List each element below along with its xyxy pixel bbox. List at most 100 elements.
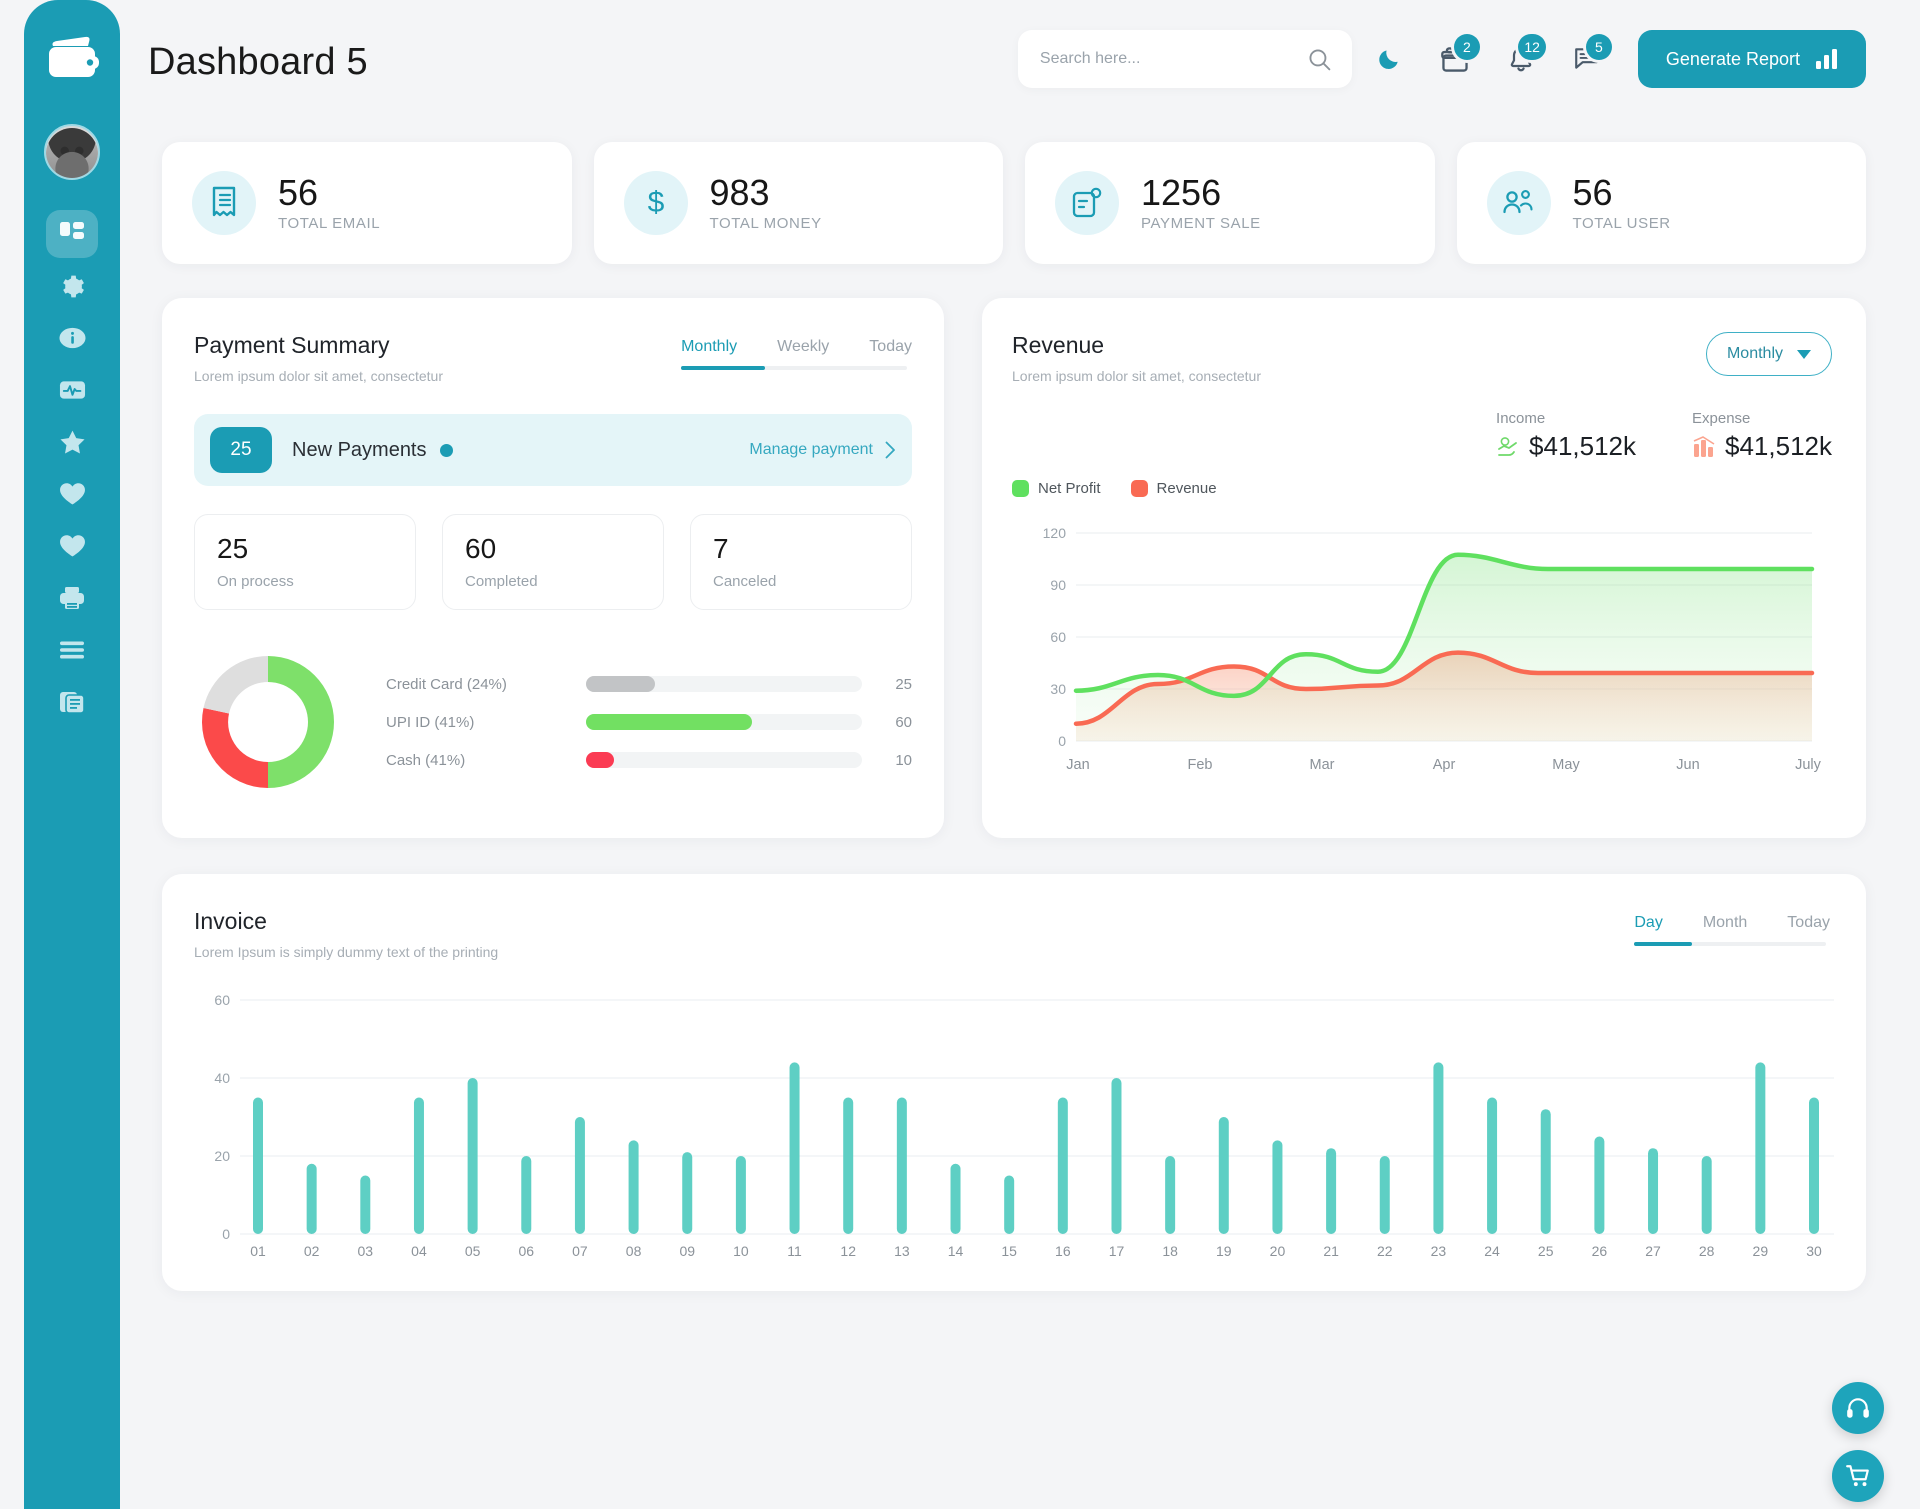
svg-text:Apr: Apr: [1433, 757, 1456, 773]
stat-card-total-money[interactable]: $ 983 TOTAL MONEY: [593, 142, 1003, 264]
revenue-period-dropdown[interactable]: Monthly: [1705, 332, 1832, 376]
stat-card-payment-sale[interactable]: 1256 PAYMENT SALE: [1025, 142, 1435, 264]
invoice-x-label: 24: [1484, 1243, 1500, 1256]
svg-text:20: 20: [214, 1148, 230, 1164]
tabs-indicator: [1634, 942, 1693, 946]
revenue-area-chart: 12090 6030 0 Jan Feb Mar Apr May Jun Jul…: [1043, 525, 1822, 773]
sidebar-item-wishlist[interactable]: [46, 522, 98, 570]
tab-month[interactable]: Month: [1703, 914, 1747, 932]
invoice-bar[interactable]: [950, 1163, 961, 1234]
gear-icon: [62, 275, 84, 297]
new-payments-label: New Payments: [292, 438, 427, 461]
invoice-bar[interactable]: [413, 1097, 424, 1235]
invoice-bar[interactable]: [1004, 1175, 1015, 1235]
invoice-bar[interactable]: [1701, 1156, 1712, 1234]
avatar[interactable]: [44, 124, 100, 180]
gift-badge: 2: [1453, 34, 1480, 60]
invoice-bar[interactable]: [574, 1117, 585, 1234]
invoice-x-label: 16: [1055, 1243, 1071, 1256]
bar-value: 10: [895, 751, 912, 769]
bar-chart-icon: [1816, 49, 1837, 69]
invoice-bar[interactable]: [682, 1152, 693, 1234]
dark-mode-toggle[interactable]: [1360, 30, 1418, 88]
gifts-button[interactable]: 2: [1426, 30, 1484, 88]
invoice-bar[interactable]: [1218, 1117, 1229, 1234]
generate-report-button[interactable]: Generate Report: [1637, 30, 1866, 88]
wallet-logo-icon[interactable]: [45, 36, 99, 82]
mini-label: On process: [217, 573, 294, 590]
invoice-bar[interactable]: [253, 1097, 263, 1235]
sidebar-item-print[interactable]: [46, 574, 98, 622]
invoice-bar[interactable]: [1809, 1097, 1819, 1235]
tab-today[interactable]: Today: [869, 338, 912, 356]
invoice-bar[interactable]: [735, 1156, 746, 1234]
bar-track: [586, 752, 862, 768]
sidebar-item-liked[interactable]: [46, 470, 98, 518]
dashboard-grid-icon: [60, 222, 84, 239]
income-value: $41,512k: [1529, 431, 1637, 461]
invoice-bar[interactable]: [1111, 1078, 1122, 1234]
manage-payment-link[interactable]: Manage payment: [749, 441, 896, 459]
payment-methods-section: Credit Card (24%) 25 UPI ID (41%) 60 Cas…: [194, 648, 912, 796]
search-icon[interactable]: [1307, 47, 1332, 72]
invoice-bar[interactable]: [1272, 1140, 1283, 1234]
payment-summary-header: Payment Summary Lorem ipsum dolor sit am…: [194, 332, 912, 384]
tab-day[interactable]: Day: [1634, 914, 1662, 932]
invoice-bar[interactable]: [1755, 1062, 1766, 1234]
invoice-bar[interactable]: [521, 1156, 532, 1234]
notifications-button[interactable]: 12: [1492, 30, 1550, 88]
stat-text: 983 TOTAL MONEY: [710, 174, 822, 232]
dollar-icon: $: [623, 171, 688, 235]
legend-revenue: Revenue: [1130, 480, 1217, 497]
expense-value-row: $41,512k: [1692, 431, 1832, 462]
invoice-bar[interactable]: [789, 1062, 800, 1234]
invoice-bar[interactable]: [1487, 1097, 1498, 1235]
invoice-titles: Invoice Lorem Ipsum is simply dummy text…: [194, 908, 498, 960]
support-fab[interactable]: [1832, 1382, 1884, 1434]
tab-monthly[interactable]: Monthly: [681, 338, 737, 356]
tab-weekly[interactable]: Weekly: [777, 338, 829, 356]
sidebar-item-info[interactable]: [46, 314, 98, 362]
cart-fab[interactable]: [1832, 1450, 1884, 1502]
invoice-bar[interactable]: [1165, 1156, 1176, 1234]
revenue-subtitle: Lorem ipsum dolor sit amet, consectetur: [1012, 368, 1261, 384]
invoice-bar[interactable]: [843, 1097, 854, 1235]
coins-icon: [1693, 435, 1715, 457]
invoice-bar[interactable]: [628, 1140, 639, 1234]
moon-icon: [1379, 50, 1398, 69]
stat-label: PAYMENT SALE: [1141, 214, 1261, 232]
invoice-bar[interactable]: [1326, 1148, 1337, 1234]
sidebar-item-documents[interactable]: [46, 678, 98, 726]
invoice-bar[interactable]: [1648, 1148, 1659, 1234]
search-box[interactable]: [1017, 30, 1352, 88]
invoice-bar[interactable]: [1540, 1109, 1551, 1234]
sidebar-item-dashboard[interactable]: [46, 210, 98, 258]
stat-value: 56: [278, 172, 319, 214]
sidebar-item-settings[interactable]: [46, 262, 98, 310]
messages-button[interactable]: 5: [1558, 30, 1616, 88]
svg-text:0: 0: [222, 1226, 230, 1242]
sidebar-item-menu[interactable]: [46, 626, 98, 674]
top-header: Dashboard 5 2: [148, 0, 1920, 124]
stat-card-total-user[interactable]: 56 TOTAL USER: [1456, 142, 1866, 264]
bar-row-upi-id: UPI ID (41%) 60: [386, 703, 912, 741]
sidebar-item-analytics[interactable]: [46, 366, 98, 414]
invoice-bar[interactable]: [467, 1078, 478, 1234]
revenue-card: Revenue Lorem ipsum dolor sit amet, cons…: [982, 298, 1866, 838]
stat-text: 1256 PAYMENT SALE: [1141, 174, 1261, 232]
new-payments-banner[interactable]: 25 New Payments Manage payment: [194, 414, 912, 486]
invoice-bar[interactable]: [306, 1163, 317, 1234]
invoice-bar[interactable]: [360, 1175, 371, 1235]
search-input[interactable]: [1039, 50, 1307, 68]
invoice-bar[interactable]: [1433, 1062, 1444, 1234]
invoice-bar[interactable]: [1379, 1156, 1390, 1234]
invoice-y-axis-labels: 60 40 20 0: [214, 992, 230, 1242]
invoice-subtitle: Lorem Ipsum is simply dummy text of the …: [194, 944, 499, 960]
invoice-bar[interactable]: [1594, 1136, 1605, 1235]
tab-today[interactable]: Today: [1787, 914, 1830, 932]
invoice-bar[interactable]: [896, 1097, 907, 1235]
svg-text:Jun: Jun: [1676, 757, 1699, 773]
stat-card-total-email[interactable]: 56 TOTAL EMAIL: [162, 142, 572, 264]
sidebar-item-favorites[interactable]: [46, 418, 98, 466]
invoice-bar[interactable]: [1057, 1097, 1068, 1235]
